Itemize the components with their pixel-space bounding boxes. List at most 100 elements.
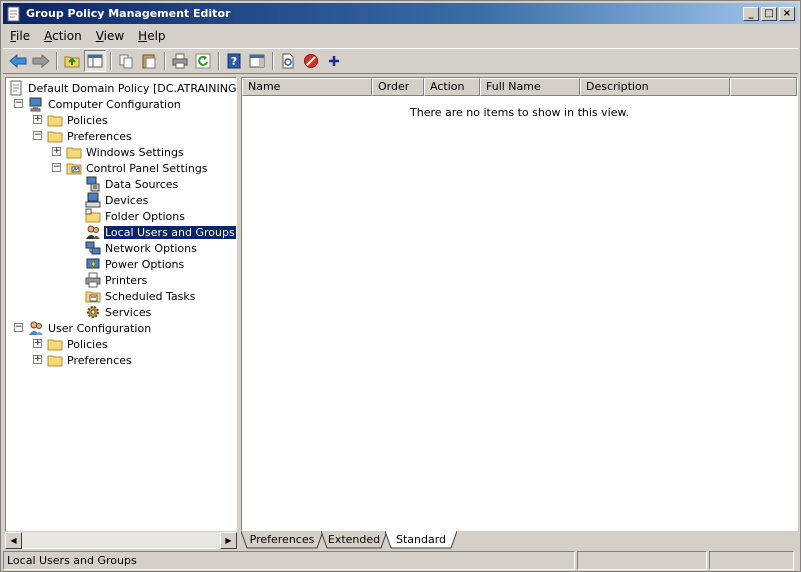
copy-button[interactable] [115, 50, 137, 72]
menu-view[interactable]: View [89, 29, 131, 43]
new-item-button[interactable] [277, 50, 299, 72]
folder-options-icon [85, 208, 101, 224]
tree-node-computer-configuration[interactable]: Computer Configuration [28, 96, 182, 112]
tree-node-windows-settings[interactable]: Windows Settings [66, 144, 185, 160]
toolbar-separator [56, 52, 58, 70]
view-tabs: Preferences Extended Standard [241, 531, 798, 549]
status-panel-3 [709, 551, 794, 570]
menu-help[interactable]: Help [131, 29, 172, 43]
list-pane[interactable]: Name Order Action Full Name Description … [241, 77, 798, 531]
up-folder-icon [64, 56, 80, 68]
maximize-button[interactable]: □ [761, 6, 777, 21]
toolbar: ? [3, 48, 798, 74]
tab-extended[interactable]: Extended [321, 531, 387, 549]
selected-tree-label: Local Users and Groups [103, 224, 236, 240]
toolbar-separator [272, 52, 274, 70]
print-button[interactable] [169, 50, 191, 72]
folder-icon [47, 352, 63, 368]
scrollbar-track[interactable] [22, 532, 220, 548]
tree-node-devices[interactable]: Devices [85, 192, 149, 208]
menu-bar: File Action View Help [3, 26, 798, 46]
tree-node-services[interactable]: Services [85, 304, 152, 320]
expand-user-policies[interactable]: + [33, 339, 42, 348]
tree-node-scheduled-tasks[interactable]: Scheduled Tasks [85, 288, 197, 304]
add-icon [329, 56, 339, 66]
tree-node-user-configuration[interactable]: User Configuration [28, 320, 152, 336]
user-config-icon [28, 320, 44, 336]
tree-horizontal-scrollbar[interactable]: ◀ ▶ [5, 531, 237, 549]
collapse-user-config[interactable]: − [14, 323, 23, 332]
action-pane-button[interactable] [246, 50, 268, 72]
policy-document-icon [8, 80, 24, 96]
minimize-button[interactable]: _ [743, 6, 759, 21]
stop-icon [304, 54, 318, 68]
users-group-icon [85, 224, 101, 240]
tree-node-network-options[interactable]: Network Options [85, 240, 198, 256]
add-button[interactable] [323, 50, 345, 72]
tree-node-preferences[interactable]: Preferences [47, 128, 133, 144]
collapse-control-panel-settings[interactable]: − [52, 163, 61, 172]
tree-node-root[interactable]: Default Domain Policy [DC.ATRAINING.LAB [8, 80, 236, 96]
tree-node-power-options[interactable]: Power Options [85, 256, 185, 272]
tree-node-local-users-and-groups[interactable]: Local Users and Groups [85, 224, 236, 240]
refresh-button[interactable] [192, 50, 214, 72]
status-panel-2 [577, 551, 707, 570]
arrow-right-icon: ▶ [225, 536, 232, 545]
column-header-order[interactable]: Order [372, 78, 424, 96]
column-header-name[interactable]: Name [242, 78, 372, 96]
back-icon [9, 54, 27, 68]
title-bar[interactable]: Group Policy Management Editor _ □ × [3, 3, 798, 24]
tree-node-data-sources[interactable]: Data Sources [85, 176, 179, 192]
tree-node-policies[interactable]: Policies [47, 112, 109, 128]
menu-action[interactable]: Action [37, 29, 89, 43]
tree-node-folder-options[interactable]: Folder Options [85, 208, 186, 224]
print-icon [172, 53, 188, 69]
column-header-full-name[interactable]: Full Name [480, 78, 580, 96]
back-button[interactable] [7, 50, 29, 72]
action-pane-icon [249, 54, 265, 68]
collapse-preferences[interactable]: − [33, 131, 42, 140]
collapse-computer-config[interactable]: − [14, 99, 23, 108]
status-bar: Local Users and Groups [3, 551, 798, 570]
folder-icon [66, 144, 82, 160]
gpo-editor-icon [6, 6, 22, 22]
expand-policies[interactable]: + [33, 115, 42, 124]
tree-node-control-panel-settings[interactable]: Control Panel Settings [66, 160, 209, 176]
arrow-left-icon: ◀ [10, 536, 17, 545]
forward-button[interactable] [30, 50, 52, 72]
tab-preferences[interactable]: Preferences [241, 531, 323, 549]
expand-user-preferences[interactable]: + [33, 355, 42, 364]
folder-icon [47, 128, 63, 144]
close-button[interactable]: × [779, 6, 795, 21]
tree-node-printers[interactable]: Printers [85, 272, 148, 288]
control-panel-folder-icon [66, 160, 82, 176]
column-headers: Name Order Action Full Name Description [242, 78, 797, 96]
new-item-icon [282, 53, 294, 69]
paste-button[interactable] [138, 50, 160, 72]
refresh-icon [195, 53, 211, 69]
copy-icon [119, 54, 133, 69]
tree-node-user-preferences[interactable]: Preferences [47, 352, 133, 368]
stop-button[interactable] [300, 50, 322, 72]
paste-icon [142, 54, 156, 69]
up-folder-button[interactable] [61, 50, 83, 72]
window-title: Group Policy Management Editor [26, 7, 231, 20]
data-sources-icon [85, 176, 101, 192]
devices-icon [85, 192, 101, 208]
tab-standard[interactable]: Standard [385, 531, 457, 549]
main-window: Group Policy Management Editor _ □ × Fil… [0, 0, 801, 572]
tree-pane[interactable]: Default Domain Policy [DC.ATRAINING.LAB … [5, 77, 237, 549]
toolbar-separator [164, 52, 166, 70]
column-header-description[interactable]: Description [580, 78, 730, 96]
column-header-action[interactable]: Action [424, 78, 480, 96]
toolbar-separator [218, 52, 220, 70]
expand-windows-settings[interactable]: + [52, 147, 61, 156]
show-hide-tree-icon [87, 54, 103, 68]
scroll-left-button[interactable]: ◀ [5, 532, 22, 549]
computer-icon [28, 96, 44, 112]
show-hide-tree-button[interactable] [84, 50, 106, 72]
scroll-right-button[interactable]: ▶ [220, 532, 237, 549]
tree-node-user-policies[interactable]: Policies [47, 336, 109, 352]
menu-file[interactable]: File [3, 29, 37, 43]
help-button[interactable]: ? [223, 50, 245, 72]
